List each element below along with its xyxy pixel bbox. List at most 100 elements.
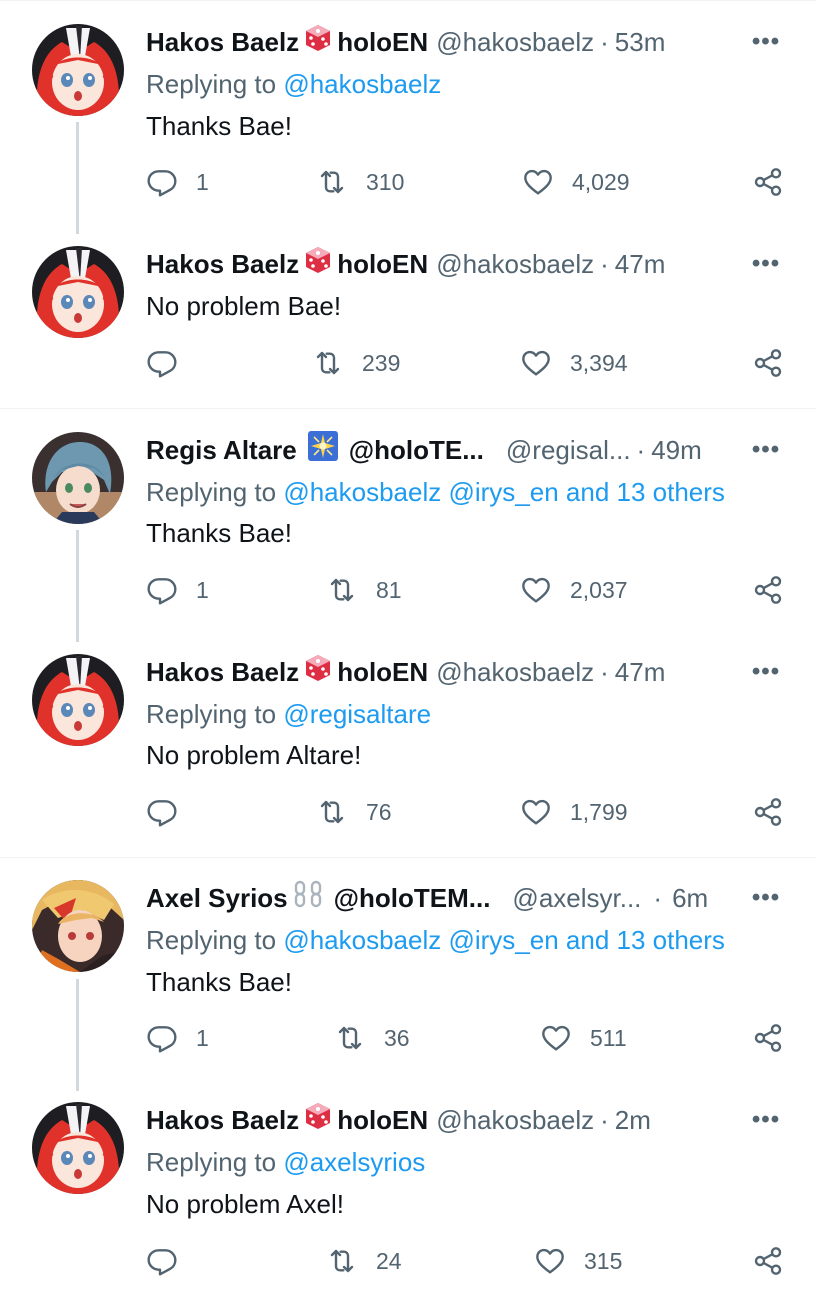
share-icon <box>754 168 782 196</box>
tweet-actions: 76 1,799 <box>0 796 816 836</box>
timestamp[interactable]: 6m <box>672 880 708 916</box>
share-icon <box>754 349 782 377</box>
reply-icon <box>147 351 177 378</box>
share-icon <box>754 1024 782 1052</box>
avatar-hakos-baelz[interactable] <box>32 246 124 338</box>
display-name[interactable]: Hakos Baelz holoEN <box>146 245 428 284</box>
reply-button[interactable]: 1 <box>146 574 209 606</box>
more-icon[interactable]: ••• <box>746 880 786 916</box>
like-button[interactable]: 315 <box>534 1245 622 1277</box>
like-button[interactable]: 511 <box>540 1022 627 1054</box>
like-button[interactable]: 1,799 <box>520 796 628 828</box>
display-name-text: Axel Syrios <box>146 883 288 913</box>
replying-to-link[interactable]: @hakosbaelz <box>283 69 441 99</box>
more-icon[interactable]: ••• <box>746 24 786 60</box>
share-button[interactable] <box>752 1022 784 1054</box>
avatar-hakos-baelz[interactable] <box>32 654 124 746</box>
retweet-button[interactable]: 310 <box>316 166 404 198</box>
heart-icon <box>524 169 552 195</box>
user-handle[interactable]: @axelsyr... <box>512 880 641 916</box>
retweet-button[interactable]: 81 <box>326 574 402 606</box>
retweet-button[interactable]: 36 <box>334 1022 410 1054</box>
timestamp[interactable]: 47m <box>615 654 666 690</box>
baelz-avatar-image <box>32 24 124 116</box>
more-icon[interactable]: ••• <box>746 654 786 690</box>
share-icon <box>754 798 782 826</box>
retweet-icon <box>338 1026 362 1050</box>
retweet-count: 24 <box>376 1247 402 1274</box>
display-name[interactable]: Hakos Baelz holoEN <box>146 653 428 692</box>
more-icon[interactable]: ••• <box>746 432 786 468</box>
display-name[interactable]: Regis Altare @holoTE... <box>146 430 484 471</box>
reply-button[interactable] <box>146 1245 196 1277</box>
replying-to-link[interactable]: @hakosbaelz @irys_en and 13 others <box>283 477 725 507</box>
conversation-thread: Hakos Baelz holoEN @hakosbaelz · 53m •••… <box>0 0 816 1299</box>
replying-to-link[interactable]: @axelsyrios <box>283 1147 425 1177</box>
top-divider <box>0 0 816 1</box>
user-handle[interactable]: @hakosbaelz <box>436 654 594 690</box>
tweet-header: Regis Altare @holoTE... @regisal... · 49… <box>146 430 726 471</box>
heart-icon <box>522 577 550 603</box>
user-handle[interactable]: @regisal... <box>506 432 631 468</box>
share-button[interactable] <box>752 574 784 606</box>
baelz-avatar-image <box>32 1102 124 1194</box>
avatar-axel-syrios[interactable] <box>32 880 124 972</box>
replying-to-label: Replying to <box>146 699 277 729</box>
replying-to-line: Replying to @hakosbaelz @irys_en and 13 … <box>146 922 725 958</box>
display-name[interactable]: Hakos Baelz holoEN <box>146 23 428 62</box>
display-name[interactable]: Axel Syrios @holoTEM... <box>146 878 490 919</box>
reply-icon <box>147 170 177 197</box>
avatar-hakos-baelz[interactable] <box>32 1102 124 1194</box>
retweet-button[interactable]: 239 <box>312 347 400 379</box>
like-count: 3,394 <box>570 349 628 376</box>
display-name-suffix: holoEN <box>337 1105 429 1135</box>
reply-button[interactable] <box>146 796 196 828</box>
retweet-button[interactable]: 76 <box>316 796 392 828</box>
reply-button[interactable]: 1 <box>146 166 209 198</box>
replying-to-label: Replying to <box>146 477 277 507</box>
avatar-hakos-baelz[interactable] <box>32 24 124 116</box>
separator-dot: · <box>653 883 663 913</box>
dice-emoji-icon <box>303 245 333 284</box>
replying-to-line: Replying to @axelsyrios <box>146 1144 425 1180</box>
sparkle-emoji-icon <box>307 430 339 471</box>
like-count: 4,029 <box>572 168 630 195</box>
user-handle[interactable]: @hakosbaelz <box>436 24 594 60</box>
timestamp[interactable]: 2m <box>615 1102 651 1138</box>
replying-to-link[interactable]: @regisaltare <box>283 699 431 729</box>
like-button[interactable]: 4,029 <box>522 166 630 198</box>
like-button[interactable]: 2,037 <box>520 574 628 606</box>
reply-icon <box>147 578 177 605</box>
tweet-actions: 239 3,394 <box>0 347 816 387</box>
tweet-actions: 1 81 2,037 <box>0 574 816 614</box>
display-name-text: Hakos Baelz <box>146 249 300 279</box>
tweet-actions: 1 310 4,029 <box>0 166 816 206</box>
reply-icon <box>147 1249 177 1276</box>
more-icon[interactable]: ••• <box>746 246 786 282</box>
tweet-header: Hakos Baelz holoEN @hakosbaelz · 2m <box>146 1102 726 1138</box>
reply-button[interactable]: 1 <box>146 1022 209 1054</box>
share-button[interactable] <box>752 166 784 198</box>
retweet-button[interactable]: 24 <box>326 1245 402 1277</box>
share-button[interactable] <box>752 1245 784 1277</box>
like-button[interactable]: 3,394 <box>520 347 628 379</box>
more-icon[interactable]: ••• <box>746 1102 786 1138</box>
display-name-text: Regis Altare <box>146 435 297 465</box>
tweet-header: Hakos Baelz holoEN @hakosbaelz · 47m <box>146 246 726 282</box>
share-button[interactable] <box>752 347 784 379</box>
retweet-icon <box>330 1249 354 1273</box>
display-name-text: Hakos Baelz <box>146 1105 300 1135</box>
share-button[interactable] <box>752 796 784 828</box>
share-icon <box>754 1247 782 1275</box>
avatar-regis-altare[interactable] <box>32 432 124 524</box>
reply-button[interactable] <box>146 347 196 379</box>
replying-to-link[interactable]: @hakosbaelz @irys_en and 13 others <box>283 925 725 955</box>
timestamp[interactable]: 49m <box>651 432 702 468</box>
user-handle[interactable]: @hakosbaelz <box>436 246 594 282</box>
timestamp[interactable]: 53m <box>615 24 666 60</box>
user-handle[interactable]: @hakosbaelz <box>436 1102 594 1138</box>
display-name[interactable]: Hakos Baelz holoEN <box>146 1101 428 1140</box>
timestamp[interactable]: 47m <box>615 246 666 282</box>
thread-divider <box>0 857 816 858</box>
tweet-actions: 1 36 511 <box>0 1022 816 1062</box>
